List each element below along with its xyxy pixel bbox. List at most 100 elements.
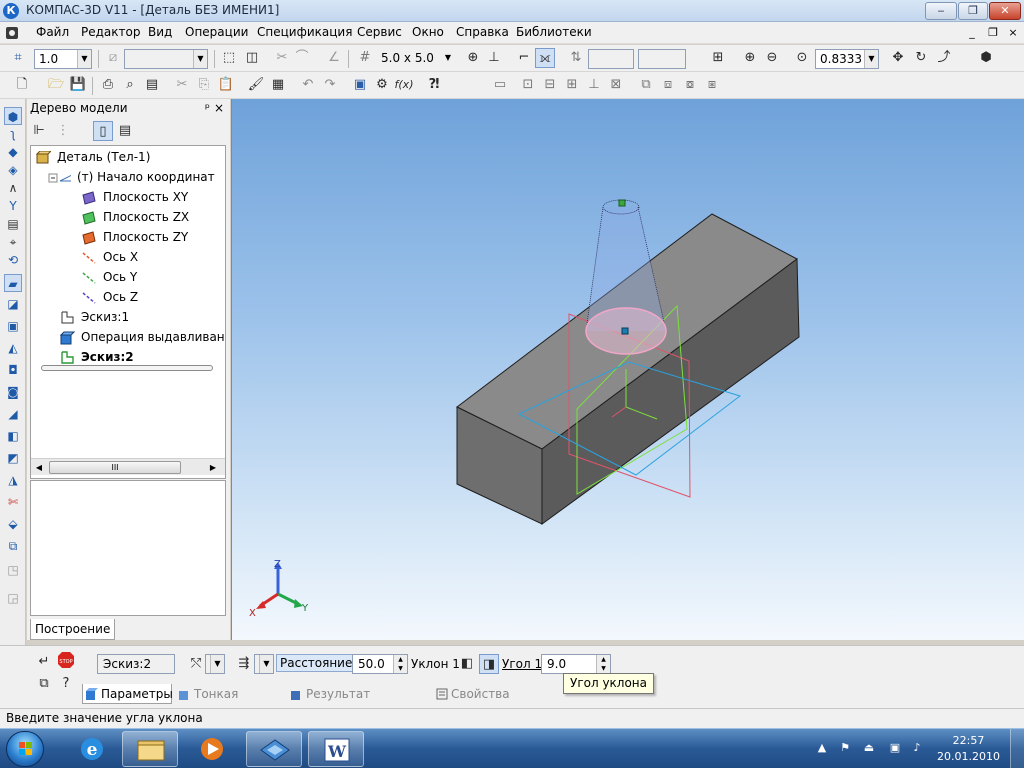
snap-icon[interactable]: ⟲: [4, 251, 22, 269]
cut-rotate-icon[interactable]: ◙: [4, 383, 22, 401]
print-icon[interactable]: ⎙: [98, 75, 118, 95]
cone-handle[interactable]: [618, 199, 626, 207]
tray-volume-icon[interactable]: ♪: [910, 741, 924, 755]
zoom-combo[interactable]: 0.8333 ▼: [815, 49, 879, 69]
start-button[interactable]: [6, 731, 44, 767]
y-coord-field[interactable]: [638, 49, 686, 69]
filter-icon[interactable]: Y: [4, 197, 22, 215]
taskbar-explorer[interactable]: [122, 731, 178, 767]
align-2-icon[interactable]: ⊟: [540, 75, 560, 95]
preview-icon[interactable]: ⌕: [120, 75, 140, 95]
tab-construction[interactable]: Построение: [30, 619, 116, 640]
x-coord-field[interactable]: [588, 49, 634, 69]
display-mode-icon[interactable]: ⬢: [976, 48, 996, 68]
tab-parameters[interactable]: Параметры: [82, 684, 173, 704]
draft-outward-icon[interactable]: ◧: [457, 654, 477, 674]
angle-spinner[interactable]: ▲ ▼: [596, 655, 610, 673]
chamfer-icon[interactable]: ◧: [4, 427, 22, 445]
tray-clock[interactable]: 22:57 20.01.2010: [937, 733, 1000, 765]
loft-icon[interactable]: ◭: [4, 339, 22, 357]
scroll-thumb[interactable]: III: [49, 461, 181, 474]
scroll-left-icon[interactable]: ◀: [33, 461, 45, 474]
library-manager-icon[interactable]: ▣: [350, 75, 370, 95]
help-icon[interactable]: ?: [56, 674, 76, 694]
trim-icon[interactable]: ✂: [272, 48, 292, 68]
kinematic-icon[interactable]: ▣: [4, 317, 22, 335]
layer-combo[interactable]: ▼: [124, 49, 208, 69]
coords-icon[interactable]: ⇅: [566, 48, 586, 68]
mirror-icon[interactable]: ⧉: [4, 537, 22, 555]
undo-icon[interactable]: ↶: [298, 75, 318, 95]
fx-icon[interactable]: f(x): [394, 75, 414, 95]
help-cursor-icon[interactable]: ⁈: [424, 75, 444, 95]
array-icon[interactable]: ⬙: [4, 515, 22, 533]
cut-extrude-icon[interactable]: ◘: [4, 361, 22, 379]
paste-icon[interactable]: 📋: [216, 75, 236, 95]
curve-icon[interactable]: ʅ: [4, 125, 22, 143]
save-icon[interactable]: 💾: [68, 75, 88, 95]
point-icon[interactable]: ◆: [4, 143, 22, 161]
tree-item-axis-y[interactable]: Ось Y: [81, 268, 137, 286]
orientation-icon[interactable]: ⬚: [219, 48, 239, 68]
shell-icon[interactable]: ◩: [4, 449, 22, 467]
method-combo[interactable]: ▼: [254, 654, 274, 674]
axis-icon[interactable]: ⊥: [484, 48, 504, 68]
menu-service[interactable]: Сервис: [357, 25, 402, 39]
distance-input[interactable]: 50.0 ▲ ▼: [352, 654, 408, 674]
tool-9-icon[interactable]: ⧆: [702, 75, 722, 95]
show-desktop-button[interactable]: [1010, 729, 1024, 768]
open-folder-icon[interactable]: 🗁: [46, 75, 66, 95]
rib-icon[interactable]: ◮: [4, 471, 22, 489]
tree-item-plane-xy[interactable]: Плоскость XY: [81, 188, 188, 206]
direction-combo[interactable]: ▼: [205, 654, 225, 674]
tab-properties[interactable]: Свойства: [433, 684, 513, 704]
brush-icon[interactable]: 🖌: [246, 75, 266, 95]
zoom-in-icon[interactable]: ⊕: [740, 48, 760, 68]
angle-input[interactable]: 9.0 ▲ ▼: [541, 654, 611, 674]
grid-icon[interactable]: #: [355, 48, 375, 68]
tree-item-part[interactable]: Деталь (Тел-1): [35, 148, 150, 166]
draft-inward-icon[interactable]: ◨: [479, 654, 499, 674]
align-5-icon[interactable]: ⊠: [606, 75, 626, 95]
split-icon[interactable]: ✄: [4, 493, 22, 511]
tray-network-icon[interactable]: ▣: [888, 741, 902, 755]
zoom-icon[interactable]: ⊙: [792, 48, 812, 68]
align-3-icon[interactable]: ⊞: [562, 75, 582, 95]
tray-expand-icon[interactable]: ▲: [815, 741, 829, 755]
variables-icon[interactable]: ⚙: [372, 75, 392, 95]
dimension-icon[interactable]: ∧: [4, 179, 22, 197]
tray-device-icon[interactable]: ⏏: [862, 741, 876, 755]
menu-specification[interactable]: Спецификация: [257, 25, 352, 39]
tab-thin-wall[interactable]: Тонкая стенка: [176, 684, 284, 721]
tree-item-plane-zx[interactable]: Плоскость ZX: [81, 208, 189, 226]
sheet-icon[interactable]: ▤: [142, 75, 162, 95]
align-icon[interactable]: ⊡: [518, 75, 538, 95]
distance-spinner[interactable]: ▲ ▼: [393, 655, 407, 673]
rotate-icon[interactable]: ◪: [4, 295, 22, 313]
tree-item-origin[interactable]: (т) Начало координат: [41, 168, 215, 186]
extra-icon[interactable]: ◲: [4, 589, 22, 607]
3d-viewport[interactable]: Z Y X: [231, 99, 1024, 640]
library-icon[interactable]: ◳: [4, 561, 22, 579]
tree-view-icon[interactable]: ▯: [93, 121, 113, 141]
redo-icon[interactable]: ↷: [320, 75, 340, 95]
grid-combo[interactable]: 5.0 x 5.0 ▼: [377, 49, 455, 69]
tree-item-sketch-1[interactable]: Эскиз:1: [59, 308, 129, 326]
spec-icon[interactable]: ▤: [4, 215, 22, 233]
maximize-button[interactable]: ❐: [958, 2, 988, 20]
step-line-icon[interactable]: ⌐: [514, 48, 534, 68]
taskbar-ie[interactable]: e: [64, 731, 120, 767]
view-orient-icon[interactable]: ◫: [242, 48, 262, 68]
tangent-icon[interactable]: ⌒: [292, 48, 312, 68]
cut-icon[interactable]: ✂: [172, 75, 192, 95]
menu-window[interactable]: Окно: [412, 25, 444, 39]
measure-icon[interactable]: ⌖: [4, 233, 22, 251]
tree-item-extrusion[interactable]: Операция выдавливания: [59, 328, 225, 346]
tree-item-axis-x[interactable]: Ось X: [81, 248, 138, 266]
menu-edit[interactable]: Редактор: [81, 25, 140, 39]
menu-help[interactable]: Справка: [456, 25, 509, 39]
menu-file[interactable]: Файл: [36, 25, 69, 39]
fillet-icon[interactable]: ◢: [4, 405, 22, 423]
tree-item-axis-z[interactable]: Ось Z: [81, 288, 138, 306]
ortho-icon[interactable]: ∠: [324, 48, 344, 68]
